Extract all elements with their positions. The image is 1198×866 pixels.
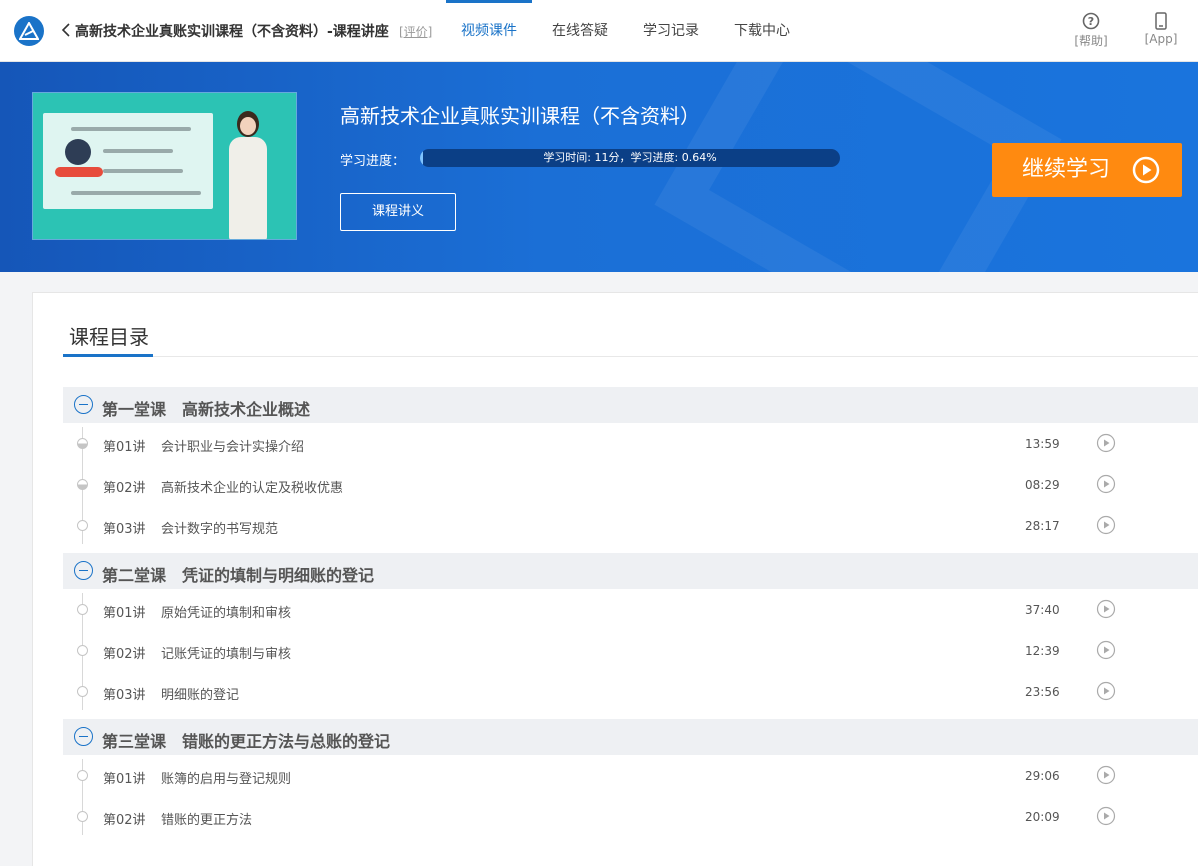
slide-label bbox=[55, 167, 103, 177]
help-circle-icon: ? bbox=[1082, 12, 1100, 30]
back-arrow-icon[interactable] bbox=[60, 20, 72, 40]
app-label: [App] bbox=[1144, 32, 1178, 46]
lesson-duration: 23:56 bbox=[1025, 685, 1060, 699]
rate-link[interactable]: [评价] bbox=[399, 23, 432, 40]
tab-qa[interactable]: 在线答疑 bbox=[552, 0, 608, 62]
progress-dot-icon bbox=[77, 686, 88, 697]
progress-dot-icon bbox=[77, 604, 88, 615]
chapter-header[interactable]: 第三堂课 错账的更正方法与总账的登记 bbox=[63, 719, 1198, 755]
lesson-number: 第01讲 bbox=[103, 606, 146, 621]
play-icon[interactable] bbox=[1096, 765, 1116, 785]
continue-label: 继续学习 bbox=[1022, 157, 1111, 182]
chapter-name: 第一堂课 高新技术企业概述 bbox=[102, 400, 311, 419]
lesson-name[interactable]: 高新技术企业的认定及税收优惠 bbox=[161, 477, 343, 496]
lesson-row[interactable]: 第01讲 账簿的启用与登记规则 29:06 bbox=[63, 755, 1198, 796]
progress-bar: 学习时间: 11分，学习进度: 0.64% bbox=[420, 149, 840, 167]
lesson-duration: 28:17 bbox=[1025, 519, 1060, 533]
play-icon[interactable] bbox=[1096, 681, 1116, 701]
play-icon[interactable] bbox=[1096, 806, 1116, 826]
chapter-name: 第二堂课 凭证的填制与明细账的登记 bbox=[102, 566, 375, 585]
collapse-icon[interactable] bbox=[74, 561, 93, 580]
progress-label: 学习进度： bbox=[340, 154, 406, 169]
lesson-name[interactable]: 记账凭证的填制与审核 bbox=[161, 643, 291, 662]
lesson-number: 第01讲 bbox=[103, 772, 146, 787]
lesson-row[interactable]: 第01讲 会计职业与会计实操介绍 13:59 bbox=[63, 423, 1198, 464]
progress-text: 学习时间: 11分，学习进度: 0.64% bbox=[543, 151, 717, 164]
lesson-duration: 08:29 bbox=[1025, 478, 1060, 492]
lesson-number: 第03讲 bbox=[103, 688, 146, 703]
tab-downloads[interactable]: 下载中心 bbox=[734, 0, 790, 62]
lesson-number: 第01讲 bbox=[103, 440, 146, 455]
lesson-number: 第02讲 bbox=[103, 647, 146, 662]
lesson-name[interactable]: 账簿的启用与登记规则 bbox=[161, 768, 291, 787]
chapter-header[interactable]: 第一堂课 高新技术企业概述 bbox=[63, 387, 1198, 423]
lesson-name[interactable]: 会计职业与会计实操介绍 bbox=[161, 436, 304, 455]
help-label: [帮助] bbox=[1074, 34, 1108, 48]
lesson-duration: 37:40 bbox=[1025, 603, 1060, 617]
help-button[interactable]: ? [帮助] bbox=[1066, 12, 1116, 49]
slide-avatar bbox=[65, 139, 91, 165]
progress-dot-icon bbox=[77, 770, 88, 781]
lesson-name[interactable]: 错账的更正方法 bbox=[161, 809, 252, 828]
progress-dot-icon bbox=[77, 811, 88, 822]
lecture-notes-button[interactable]: 课程讲义 bbox=[340, 193, 456, 231]
continue-study-button[interactable]: 继续学习 bbox=[992, 143, 1182, 197]
lesson-row[interactable]: 第03讲 会计数字的书写规范 28:17 bbox=[63, 505, 1198, 546]
top-nav-bar: 高新技术企业真账实训课程（不含资料）-课程讲座 [评价] 视频课件 在线答疑 学… bbox=[0, 0, 1198, 62]
lesson-duration: 12:39 bbox=[1025, 644, 1060, 658]
course-thumbnail[interactable] bbox=[32, 92, 297, 240]
phone-icon bbox=[1155, 12, 1167, 30]
lesson-name[interactable]: 会计数字的书写规范 bbox=[161, 518, 278, 537]
collapse-icon[interactable] bbox=[74, 395, 93, 414]
lesson-duration: 13:59 bbox=[1025, 437, 1060, 451]
lesson-duration: 20:09 bbox=[1025, 810, 1060, 824]
play-icon[interactable] bbox=[1096, 433, 1116, 453]
tab-video[interactable]: 视频课件 bbox=[446, 0, 532, 62]
catalog-panel: 课程目录 第一堂课 高新技术企业概述 第01讲 会计职业与会计实操介绍 13:59 第0… bbox=[32, 292, 1198, 866]
teacher-image bbox=[225, 111, 271, 239]
course-banner: 高新技术企业真账实训课程（不含资料） 学习进度： 学习时间: 11分，学习进度:… bbox=[0, 62, 1198, 272]
chapter-name: 第三堂课 错账的更正方法与总账的登记 bbox=[102, 732, 391, 751]
lesson-row[interactable]: 第02讲 错账的更正方法 20:09 bbox=[63, 796, 1198, 837]
collapse-icon[interactable] bbox=[74, 727, 93, 746]
svg-text:?: ? bbox=[1088, 15, 1094, 28]
play-icon[interactable] bbox=[1096, 515, 1116, 535]
lesson-row[interactable]: 第02讲 记账凭证的填制与审核 12:39 bbox=[63, 630, 1198, 671]
play-icon[interactable] bbox=[1096, 640, 1116, 660]
lesson-row[interactable]: 第01讲 原始凭证的填制和审核 37:40 bbox=[63, 589, 1198, 630]
course-title: 高新技术企业真账实训课程（不含资料）-课程讲座 bbox=[75, 24, 389, 40]
progress-dot-icon bbox=[77, 479, 88, 490]
tab-records[interactable]: 学习记录 bbox=[643, 0, 699, 62]
lesson-number: 第03讲 bbox=[103, 522, 146, 537]
logo-icon[interactable] bbox=[14, 16, 44, 46]
lesson-row[interactable]: 第03讲 明细账的登记 23:56 bbox=[63, 671, 1198, 712]
chapter-header[interactable]: 第二堂课 凭证的填制与明细账的登记 bbox=[63, 553, 1198, 589]
progress-dot-icon bbox=[77, 645, 88, 656]
lesson-name[interactable]: 原始凭证的填制和审核 bbox=[161, 602, 291, 621]
banner-title: 高新技术企业真账实训课程（不含资料） bbox=[340, 104, 700, 128]
lesson-number: 第02讲 bbox=[103, 813, 146, 828]
app-button[interactable]: [App] bbox=[1136, 12, 1186, 46]
catalog-title: 课程目录 bbox=[69, 325, 149, 349]
progress-dot-icon bbox=[77, 520, 88, 531]
lesson-row[interactable]: 第02讲 高新技术企业的认定及税收优惠 08:29 bbox=[63, 464, 1198, 505]
progress-dot-icon bbox=[77, 438, 88, 449]
lesson-duration: 29:06 bbox=[1025, 769, 1060, 783]
play-icon[interactable] bbox=[1096, 474, 1116, 494]
play-circle-icon bbox=[1132, 156, 1160, 184]
lesson-number: 第02讲 bbox=[103, 481, 146, 496]
lesson-name[interactable]: 明细账的登记 bbox=[161, 684, 239, 703]
play-icon[interactable] bbox=[1096, 599, 1116, 619]
